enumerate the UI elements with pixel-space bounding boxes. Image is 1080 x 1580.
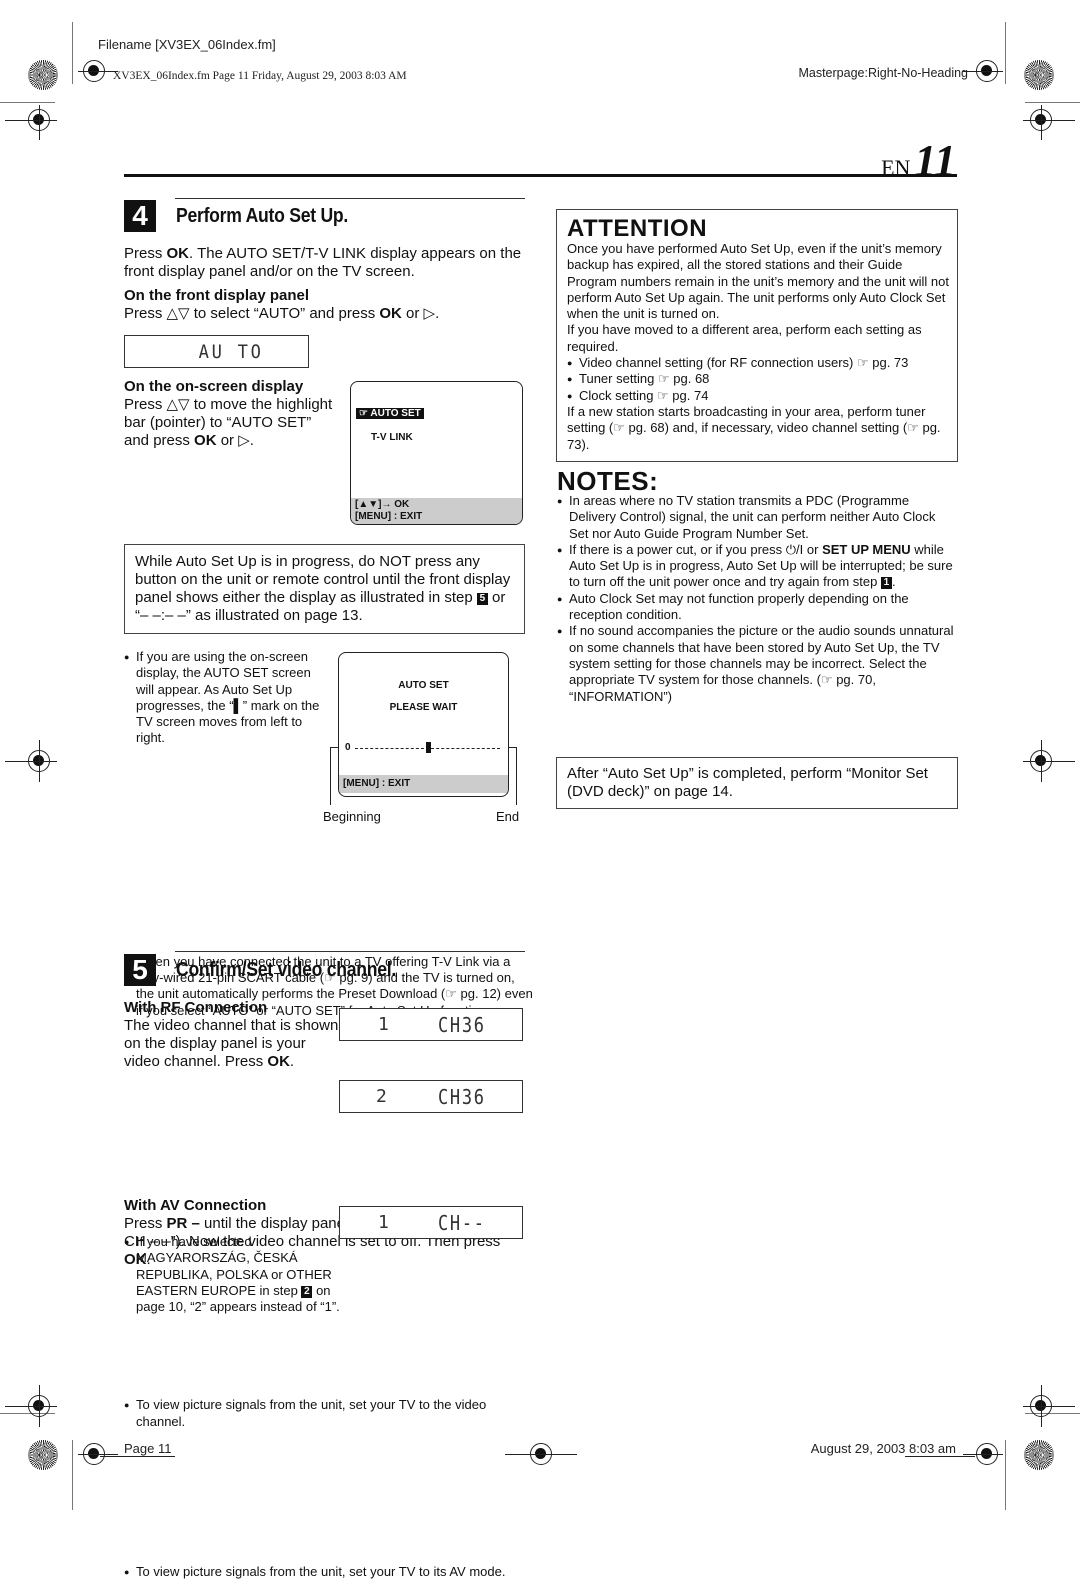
note-item: In areas where no TV station transmits a… <box>557 493 955 542</box>
step4-intro: Press OK. The AUTO SET/T-V LINK display … <box>124 245 522 280</box>
front-panel-instruction: Press △▽ to select “AUTO” and press OK o… <box>124 305 440 322</box>
progress-status: PLEASE WAIT <box>389 702 458 713</box>
front-display-av: 1 CH-- <box>339 1206 523 1239</box>
front-display-auto: AU TO <box>124 335 309 368</box>
note-item: If there is a power cut, or if you press… <box>557 542 955 591</box>
attention-body: Once you have performed Auto Set Up, eve… <box>567 241 952 453</box>
rf-instruction: The video channel that is shown on the d… <box>124 1017 339 1070</box>
notes-list: In areas where no TV station transmits a… <box>557 493 955 705</box>
step-number-badge: 4 <box>124 200 156 232</box>
file-info-line: XV3EX_06Index.fm Page 11 Friday, August … <box>113 70 407 82</box>
masterpage-label: Masterpage:Right-No-Heading <box>798 66 968 80</box>
front-display-rf-1: 1 CH36 <box>339 1008 523 1041</box>
note-item: Auto Clock Set may not function properly… <box>557 591 955 624</box>
attention-bullet: Clock setting ☞ pg. 74 <box>567 388 952 405</box>
rf-bullet-2: To view picture signals from the unit, s… <box>124 1397 534 1430</box>
attention-heading: ATTENTION <box>567 215 708 242</box>
warning-text: While Auto Set Up is in progress, do NOT… <box>135 553 511 624</box>
step-title: Perform Auto Set Up. <box>176 205 349 227</box>
tv-progress-screen: AUTO SET PLEASE WAIT 0 [MENU] : EXIT <box>338 652 509 797</box>
header-rule <box>124 174 957 177</box>
after-setup-box: After “Auto Set Up” is completed, perfor… <box>556 757 958 809</box>
menu-exit-hint: [MENU] : EXIT <box>355 511 423 522</box>
progress-exit-hint: [MENU] : EXIT <box>343 778 411 789</box>
footer-page: Page 11 <box>124 1441 172 1456</box>
footer-date: August 29, 2003 8:03 am <box>810 1441 956 1456</box>
starburst-mark-top-left <box>28 60 58 90</box>
attention-bullet: Video channel setting (for RF connection… <box>567 355 952 372</box>
filename-label: Filename [XV3EX_06Index.fm] <box>98 37 276 52</box>
attention-bullet: Tuner setting ☞ pg. 68 <box>567 371 952 388</box>
after-setup-text: After “Auto Set Up” is completed, perfor… <box>567 765 928 800</box>
progress-marker <box>425 742 431 753</box>
note-item: If no sound accompanies the picture or t… <box>557 623 955 704</box>
progress-title: AUTO SET <box>398 680 449 691</box>
page-number: 11 <box>914 136 956 185</box>
attention-box: ATTENTION Once you have performed Auto S… <box>556 209 958 462</box>
av-heading: With AV Connection <box>124 1197 267 1214</box>
rf-heading: With RF Connection <box>124 999 268 1016</box>
label-beginning: Beginning <box>323 809 381 824</box>
tv-menu-screen: ☞ AUTO SET T-V LINK [▲▼]→ OK [MENU] : EX… <box>350 381 523 525</box>
step-number-badge: 5 <box>124 954 156 986</box>
starburst-mark-bottom-right <box>1024 1440 1054 1470</box>
onscreen-heading: On the on-screen display <box>124 378 304 395</box>
menu-nav-hint: [▲▼]→ OK <box>355 499 410 510</box>
label-end: End <box>496 809 520 824</box>
front-panel-heading: On the front display panel <box>124 287 310 304</box>
warning-box: While Auto Set Up is in progress, do NOT… <box>124 544 525 634</box>
onscreen-instruction: Press △▽ to move the highlight bar (poin… <box>124 396 333 449</box>
page-number-marker: EN 11 <box>881 135 956 186</box>
progress-scale-start: 0 <box>345 742 351 753</box>
starburst-mark-top-right <box>1024 60 1054 90</box>
lcd-text: AU TO <box>198 341 264 363</box>
starburst-mark-bottom-left <box>28 1440 58 1470</box>
progress-note: If you are using the on-screen display, … <box>124 649 331 747</box>
front-display-rf-2: 2 CH36 <box>339 1080 523 1113</box>
menu-item-auto-set: ☞ AUTO SET <box>356 408 424 419</box>
menu-item-tv-link: T-V LINK <box>371 432 413 443</box>
av-bullet: To view picture signals from the unit, s… <box>124 1564 534 1580</box>
step-title: Confirm/Set video channel. <box>176 959 397 981</box>
